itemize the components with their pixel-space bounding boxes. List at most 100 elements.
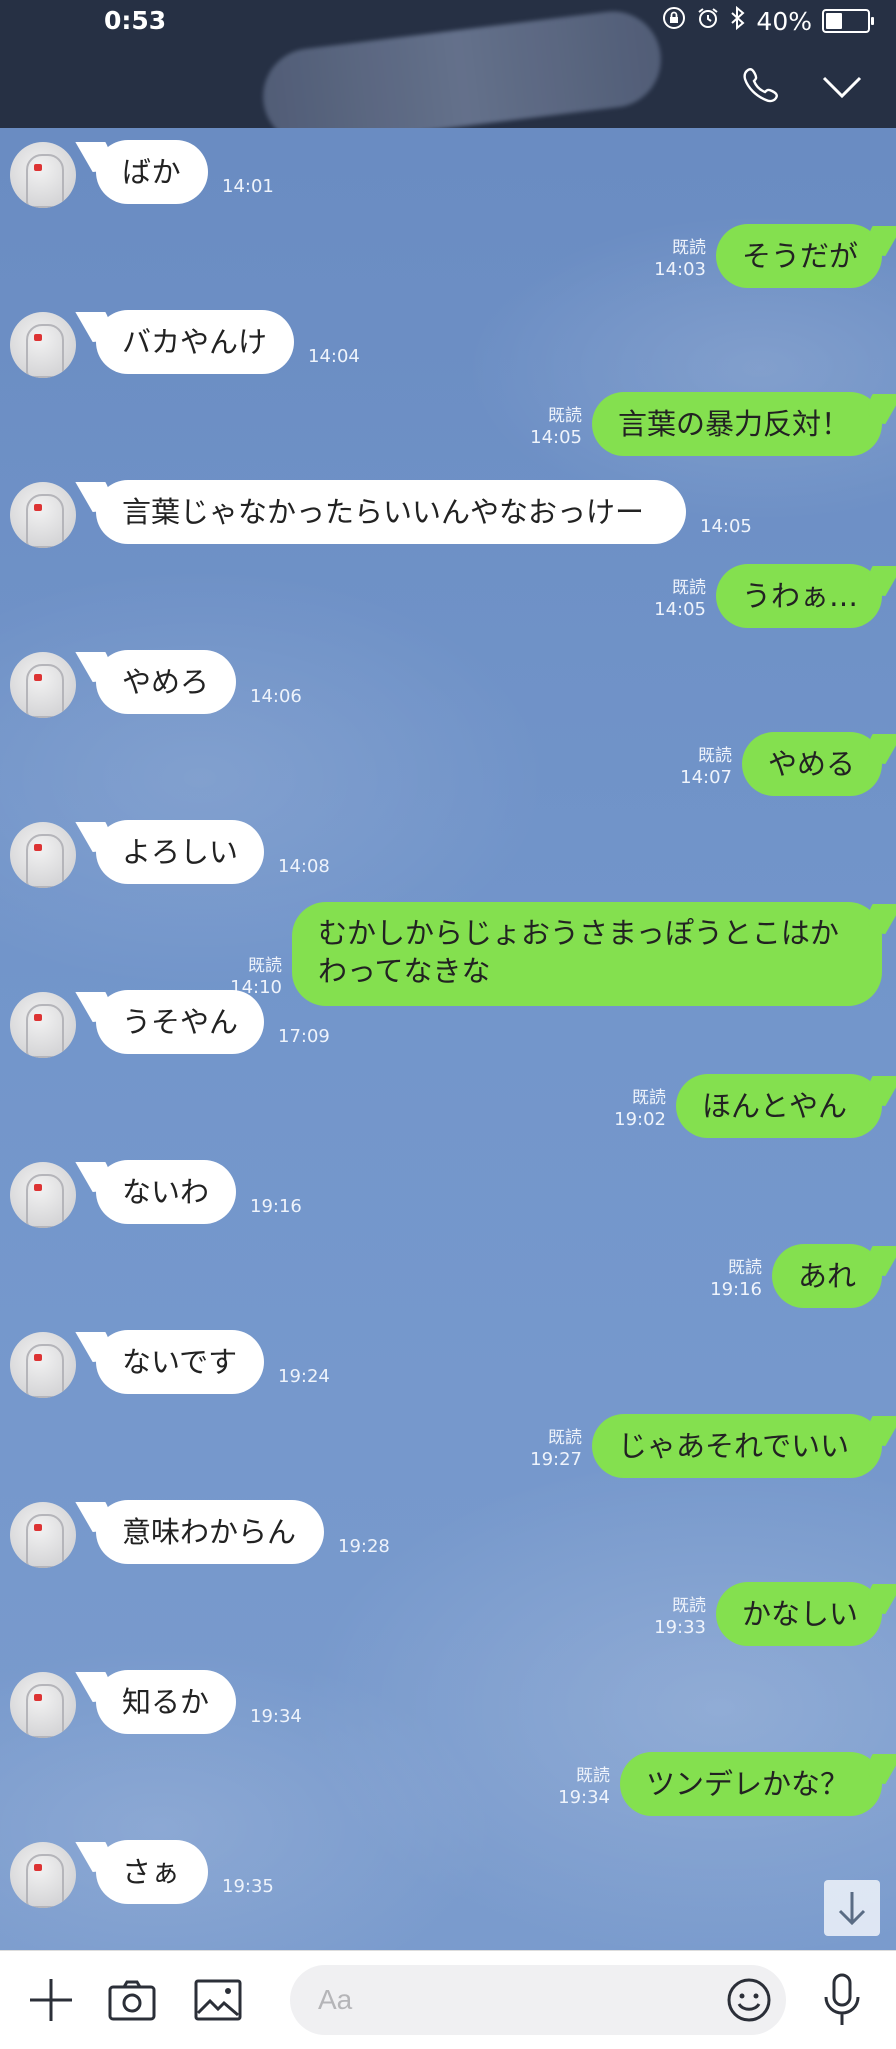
avatar-figure [26,1854,64,1908]
message-meta: 既読 19:33 [654,1596,706,1638]
avatar-bow [34,1014,42,1021]
message-time: 19:24 [278,1366,330,1387]
outgoing-message-bubble[interactable]: じゃあそれでいい [592,1414,882,1478]
incoming-message-bubble[interactable]: よろしい [96,820,264,884]
add-button[interactable] [28,1977,74,2027]
message-meta: 既読 14:05 [654,578,706,620]
contact-avatar[interactable] [10,1332,76,1398]
incoming-message-bubble[interactable]: ばか [96,140,208,204]
message-time: 14:03 [654,259,706,280]
read-receipt: 既読 [672,238,706,258]
avatar-bow [34,1184,42,1191]
avatar-bow [34,164,42,171]
message-meta: 既読 19:27 [530,1428,582,1470]
incoming-message-bubble[interactable]: 知るか [96,1670,236,1734]
outgoing-message-bubble[interactable]: そうだが [716,224,882,288]
message-time: 19:34 [558,1787,610,1808]
message-meta: 既読 19:34 [558,1766,610,1808]
message-time: 19:28 [338,1536,390,1557]
chevron-down-icon [822,76,862,99]
message-row: やめる 既読 14:07 [0,732,896,804]
gallery-button[interactable] [194,1979,242,2025]
contact-avatar[interactable] [10,1672,76,1738]
avatar-figure [26,154,64,208]
incoming-message-bubble[interactable]: バカやんけ [96,310,294,374]
contact-avatar[interactable] [10,992,76,1058]
outgoing-message-bubble[interactable]: あれ [772,1244,882,1308]
outgoing-message-bubble[interactable]: かなしい [716,1582,882,1646]
message-row: ないわ 19:16 [0,1160,896,1232]
mic-icon [824,1973,860,2025]
contact-avatar[interactable] [10,482,76,548]
message-time: 14:04 [308,346,360,367]
camera-button[interactable] [108,1979,156,2025]
scroll-to-bottom-button[interactable] [824,1880,880,1936]
outgoing-message-bubble[interactable]: 言葉の暴力反対！ [592,392,882,456]
message-meta: 既読 14:03 [654,238,706,280]
message-row: 言葉じゃなかったらいいんやなおっけー 14:05 [0,480,896,552]
message-time: 14:05 [700,516,752,537]
message-row: うわぁ… 既読 14:05 [0,564,896,636]
read-receipt: 既読 [248,956,282,976]
message-input[interactable] [290,1965,786,2035]
message-row: 意味わからん 19:28 [0,1500,896,1572]
avatar-figure [26,1004,64,1058]
contact-avatar[interactable] [10,652,76,718]
contact-avatar[interactable] [10,1162,76,1228]
message-input-bar [0,1950,896,2049]
incoming-message-bubble[interactable]: やめろ [96,650,236,714]
message-row: うそやん 17:09 [0,990,896,1062]
rotation-lock-icon [662,6,686,36]
incoming-message-bubble[interactable]: ないです [96,1330,264,1394]
voice-button[interactable] [822,1973,862,2031]
avatar-bow [34,504,42,511]
incoming-message-bubble[interactable]: ないわ [96,1160,236,1224]
avatar-bow [34,674,42,681]
contact-avatar[interactable] [10,142,76,208]
message-time: 17:09 [278,1026,330,1047]
contact-avatar[interactable] [10,312,76,378]
incoming-message-bubble[interactable]: 意味わからん [96,1500,324,1564]
read-receipt: 既読 [672,1596,706,1616]
contact-avatar[interactable] [10,1502,76,1568]
avatar-figure [26,834,64,888]
plus-icon [30,1979,72,2021]
read-receipt: 既読 [698,746,732,766]
incoming-message-bubble[interactable]: さぁ [96,1840,208,1904]
incoming-message-bubble[interactable]: 言葉じゃなかったらいいんやなおっけー [96,480,686,544]
message-time: 14:08 [278,856,330,877]
chat-message-list[interactable]: ばか 14:01 そうだが 既読 14:03 バカやんけ 14:04 言葉の暴力反対！ 既読 14… [0,128,896,1950]
read-receipt: 既読 [576,1766,610,1786]
message-time: 14:05 [654,599,706,620]
message-meta: 既読 14:07 [680,746,732,788]
message-row: 知るか 19:34 [0,1670,896,1742]
message-meta: 既読 19:02 [614,1088,666,1130]
outgoing-message-bubble[interactable]: ツンデレかな？ [620,1752,882,1816]
status-icons: 40% [662,5,874,36]
phone-icon [743,68,778,103]
outgoing-message-bubble[interactable]: ほんとやん [676,1074,882,1138]
message-time: 19:35 [222,1876,274,1897]
contact-avatar[interactable] [10,822,76,888]
read-receipt: 既読 [672,578,706,598]
message-time: 19:34 [250,1706,302,1727]
read-receipt: 既読 [548,406,582,426]
call-button[interactable] [738,64,782,108]
incoming-message-bubble[interactable]: うそやん [96,990,264,1054]
outgoing-message-bubble[interactable]: やめる [742,732,882,796]
message-row: じゃあそれでいい 既読 19:27 [0,1414,896,1486]
message-time: 19:16 [710,1279,762,1300]
avatar-figure [26,324,64,378]
read-receipt: 既読 [548,1428,582,1448]
avatar-bow [34,1524,42,1531]
contact-avatar[interactable] [10,1842,76,1908]
avatar-bow [34,844,42,851]
message-row: バカやんけ 14:04 [0,310,896,382]
outgoing-message-bubble[interactable]: うわぁ… [716,564,882,628]
message-time: 14:05 [530,427,582,448]
avatar-figure [26,1174,64,1228]
emoji-button[interactable] [726,1977,772,2027]
battery-percent: 40% [756,6,812,36]
message-row: さぁ 19:35 [0,1840,896,1912]
collapse-menu-button[interactable] [820,72,864,104]
